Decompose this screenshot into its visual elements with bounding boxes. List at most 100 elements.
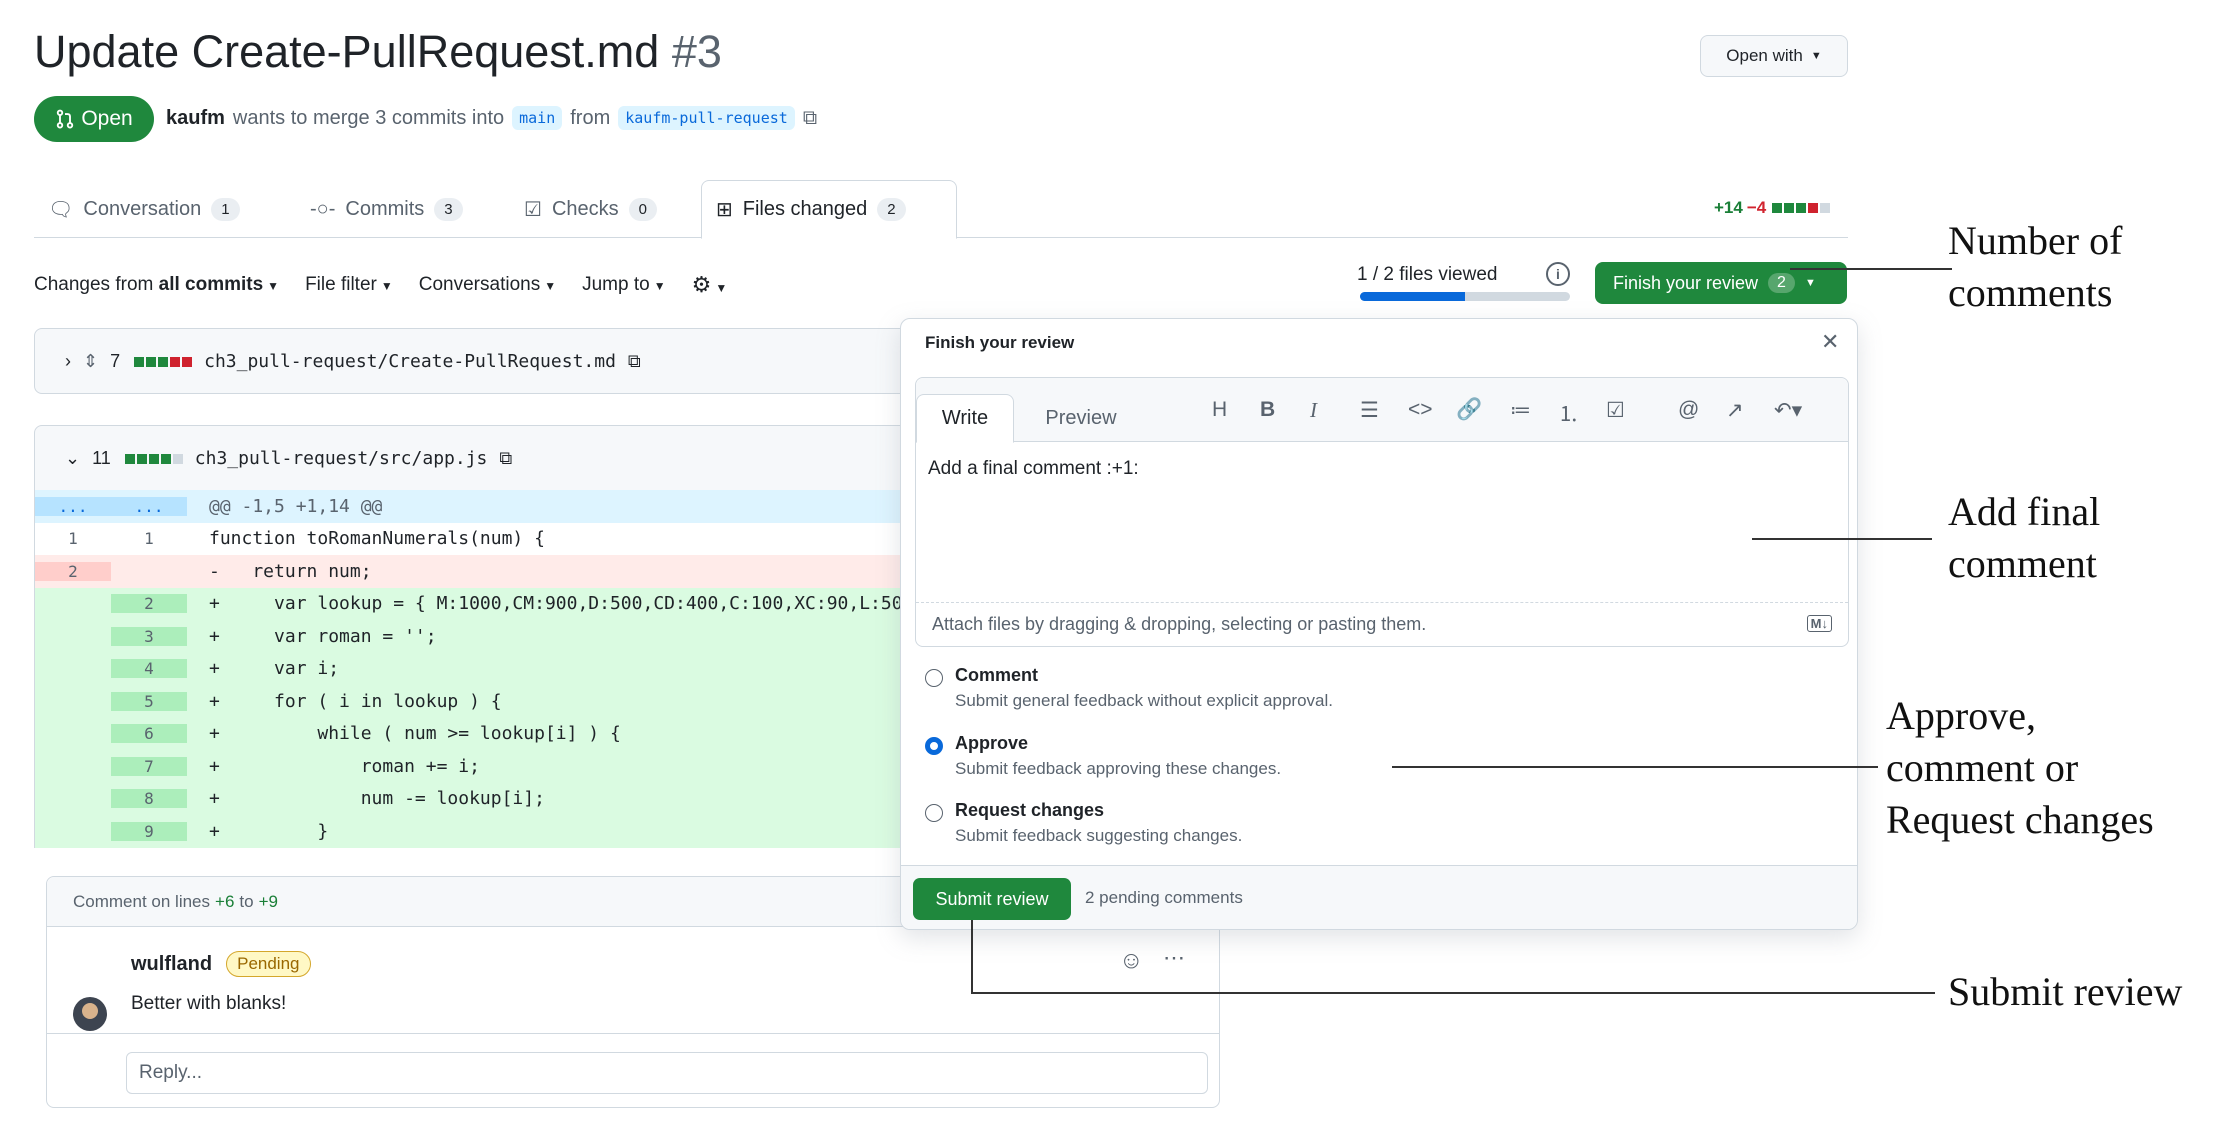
code-line: - return num; — [209, 560, 372, 582]
conversations-label: Conversations — [418, 274, 541, 295]
code-icon[interactable]: <> — [1408, 398, 1433, 422]
conversations-dropdown[interactable]: Conversations ▼ — [419, 274, 556, 296]
chevron-right-icon[interactable]: › — [65, 351, 71, 372]
new-line-number[interactable]: 4 — [111, 659, 187, 679]
ordered-list-icon[interactable]: ⒈ — [1558, 398, 1579, 428]
expand-up-button[interactable]: ... — [35, 496, 111, 516]
old-line-number[interactable]: 1 — [35, 529, 111, 548]
new-line-number[interactable]: 5 — [111, 691, 187, 711]
file-filter-dropdown[interactable]: File filter ▼ — [305, 274, 393, 296]
tab-checks-count: 0 — [628, 197, 657, 221]
merge-info: kaufm wants to merge 3 commits into main… — [166, 106, 817, 130]
smiley-icon[interactable]: ☺ — [1119, 947, 1144, 975]
link-icon[interactable]: 🔗 — [1456, 398, 1482, 422]
files-viewed-text: 1 / 2 files viewed — [1357, 264, 1498, 285]
tasklist-icon[interactable]: ☑ — [1606, 398, 1625, 423]
approve-radio[interactable] — [925, 737, 943, 755]
annotation-line: comments — [1948, 270, 2113, 315]
copy-icon[interactable]: ⧉ — [803, 107, 817, 130]
tab-conversation[interactable]: 🗨 Conversation 1 — [34, 180, 254, 238]
tab-checks-label: Checks — [551, 197, 619, 220]
expand-icon[interactable]: ⇕ — [83, 351, 98, 372]
info-icon[interactable]: i — [1546, 262, 1570, 286]
tab-preview[interactable]: Preview — [1026, 394, 1136, 442]
reference-icon[interactable]: ↗ — [1726, 398, 1744, 423]
comment-author[interactable]: wulfland — [131, 953, 212, 976]
tab-files-changed[interactable]: ⊞ Files changed 2 — [701, 180, 957, 239]
head-branch[interactable]: kaufm-pull-request — [618, 106, 795, 130]
callout-line — [1790, 268, 1952, 270]
attach-files-bar[interactable]: Attach files by dragging & dropping, sel… — [916, 602, 1848, 646]
dialog-title: Finish your review — [925, 333, 1075, 352]
open-with-button[interactable]: Open with ▼ — [1700, 35, 1848, 77]
base-branch[interactable]: main — [512, 106, 563, 130]
avatar[interactable] — [73, 997, 107, 1031]
thread-from-line: +6 — [215, 891, 235, 911]
new-line-number[interactable]: 6 — [111, 724, 187, 744]
new-line-number[interactable]: 7 — [111, 756, 187, 776]
thread-to-text: to — [239, 891, 254, 911]
close-icon[interactable]: ✕ — [1821, 329, 1839, 355]
comment-textarea[interactable]: Add a final comment :+1: — [928, 458, 1139, 480]
heading-icon[interactable]: H — [1212, 398, 1227, 422]
comment-body: Better with blanks! — [131, 993, 287, 1014]
caret-down-icon: ▼ — [544, 279, 557, 293]
pr-author-link[interactable]: kaufm — [166, 107, 225, 130]
copy-icon[interactable]: ⧉ — [499, 448, 512, 469]
annotation-add-final-comment: Add final comment — [1948, 486, 2100, 590]
reply-input[interactable]: Reply... — [126, 1052, 1208, 1094]
new-line-number[interactable]: 1 — [111, 529, 187, 548]
unordered-list-icon[interactable]: ≔ — [1510, 398, 1531, 423]
finish-review-count: 2 — [1768, 273, 1795, 293]
pending-comments-text: 2 pending comments — [1085, 888, 1243, 907]
caret-down-icon: ▼ — [715, 281, 728, 295]
copy-icon[interactable]: ⧉ — [628, 351, 641, 372]
italic-icon[interactable]: I — [1310, 398, 1317, 423]
tab-write[interactable]: Write — [916, 394, 1014, 443]
annotation-line: comment or — [1886, 745, 2079, 790]
bold-icon[interactable]: B — [1260, 398, 1275, 422]
mention-icon[interactable]: @ — [1678, 398, 1699, 422]
new-line-number[interactable]: 2 — [111, 594, 187, 614]
request-changes-radio[interactable] — [925, 804, 943, 822]
pr-tabs: 🗨 Conversation 1 -○- Commits 3 ☑ Checks 0 ⊞ Fil… — [34, 180, 1848, 239]
annotation-line: comment — [1948, 541, 2097, 586]
divider — [47, 1033, 1219, 1034]
tab-commits[interactable]: -○- Commits 3 — [296, 180, 477, 238]
new-line-number[interactable]: 8 — [111, 789, 187, 809]
expand-down-button[interactable]: ... — [111, 496, 187, 516]
settings-dropdown[interactable]: ⚙ ▼ — [692, 272, 728, 298]
annotation-line: Number of — [1948, 218, 2123, 263]
jump-to-dropdown[interactable]: Jump to ▼ — [582, 274, 665, 296]
jump-to-label: Jump to — [582, 274, 650, 295]
merge-text: wants to merge 3 commits into — [232, 106, 505, 129]
tab-conversation-label: Conversation — [83, 197, 202, 220]
chevron-down-icon[interactable]: ⌄ — [65, 448, 80, 469]
new-line-number[interactable]: 3 — [111, 626, 187, 646]
files-toolbar: Changes from all commits ▼ File filter ▼ C… — [34, 270, 727, 300]
kebab-horizontal-icon[interactable]: ⋯ — [1163, 945, 1185, 971]
open-with-label: Open with — [1726, 46, 1803, 65]
new-line-number[interactable]: 9 — [111, 821, 187, 841]
changes-from-dropdown[interactable]: Changes from all commits ▼ — [34, 274, 279, 296]
pr-number: #3 — [671, 26, 722, 77]
old-line-number[interactable]: 2 — [35, 561, 111, 581]
submit-review-button[interactable]: Submit review — [913, 878, 1071, 920]
option-desc: Submit feedback approving these changes. — [955, 759, 1282, 778]
tab-files-changed-label: Files changed — [742, 198, 868, 220]
file-path[interactable]: ch3_pull-request/src/app.js — [195, 448, 488, 469]
option-label: Comment — [955, 665, 1039, 685]
callout-line — [971, 920, 973, 993]
files-viewed-progress-fill — [1360, 292, 1465, 301]
reply-icon[interactable]: ↶▾ — [1774, 398, 1802, 423]
tab-conversation-count: 1 — [211, 197, 240, 221]
editor-tabs: Write Preview H B I ☰ <> 🔗 ≔ ⒈ ☑ @ ↗ ↶▾ — [916, 378, 1848, 443]
file-diff-icon: ⊞ — [716, 199, 733, 221]
tab-checks[interactable]: ☑ Checks 0 — [510, 180, 671, 238]
option-label: Approve — [955, 733, 1029, 753]
file-path[interactable]: ch3_pull-request/Create-PullRequest.md — [204, 351, 616, 372]
diffstat-additions: +14 — [1714, 198, 1743, 217]
caret-down-icon: ▼ — [267, 279, 280, 293]
quote-icon[interactable]: ☰ — [1360, 398, 1379, 423]
comment-radio[interactable] — [925, 669, 943, 687]
